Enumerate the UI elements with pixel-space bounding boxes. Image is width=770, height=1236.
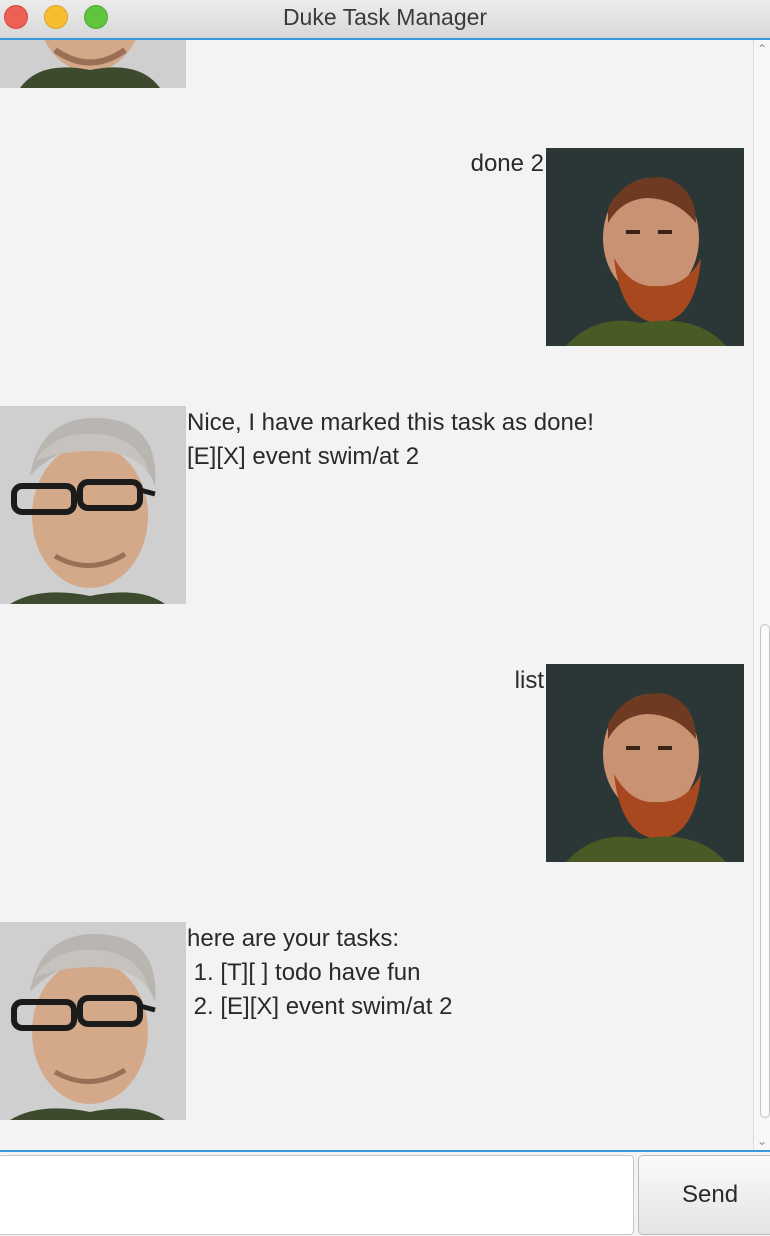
duke-message-line: [E][X] event swim/at 2	[187, 443, 420, 470]
duke-avatar	[0, 922, 186, 1120]
chat-scroll-pane[interactable]: done 2 Nice, I have marked this task as …	[0, 40, 753, 1150]
chevron-up-icon[interactable]: ⌃	[756, 42, 768, 56]
message-input[interactable]	[0, 1155, 634, 1235]
duke-avatar	[0, 40, 186, 88]
duke-message-line: 2. [E][X] event swim/at 2	[187, 993, 453, 1020]
user-avatar	[546, 148, 744, 346]
chevron-down-icon[interactable]: ⌄	[756, 1134, 768, 1148]
duke-avatar	[0, 406, 186, 604]
send-button[interactable]: Send	[638, 1155, 770, 1235]
window-title: Duke Task Manager	[282, 4, 488, 30]
vertical-scrollbar[interactable]: ⌃ ⌄	[753, 40, 770, 1150]
scrollbar-thumb[interactable]	[760, 624, 770, 1118]
duke-message-line: Nice, I have marked this task as done!	[187, 409, 594, 436]
user-avatar	[546, 664, 744, 862]
duke-message-line: 1. [T][ ] todo have fun	[187, 959, 421, 986]
title-bar[interactable]: Duke Task Manager	[0, 0, 770, 39]
app-window: Duke Task Manager done 2 Nice, I have ma…	[0, 0, 770, 1236]
duke-message-line: here are your tasks:	[187, 925, 400, 952]
user-message-text: list	[514, 667, 544, 694]
input-divider	[0, 1150, 770, 1152]
user-message-text: done 2	[470, 150, 544, 177]
